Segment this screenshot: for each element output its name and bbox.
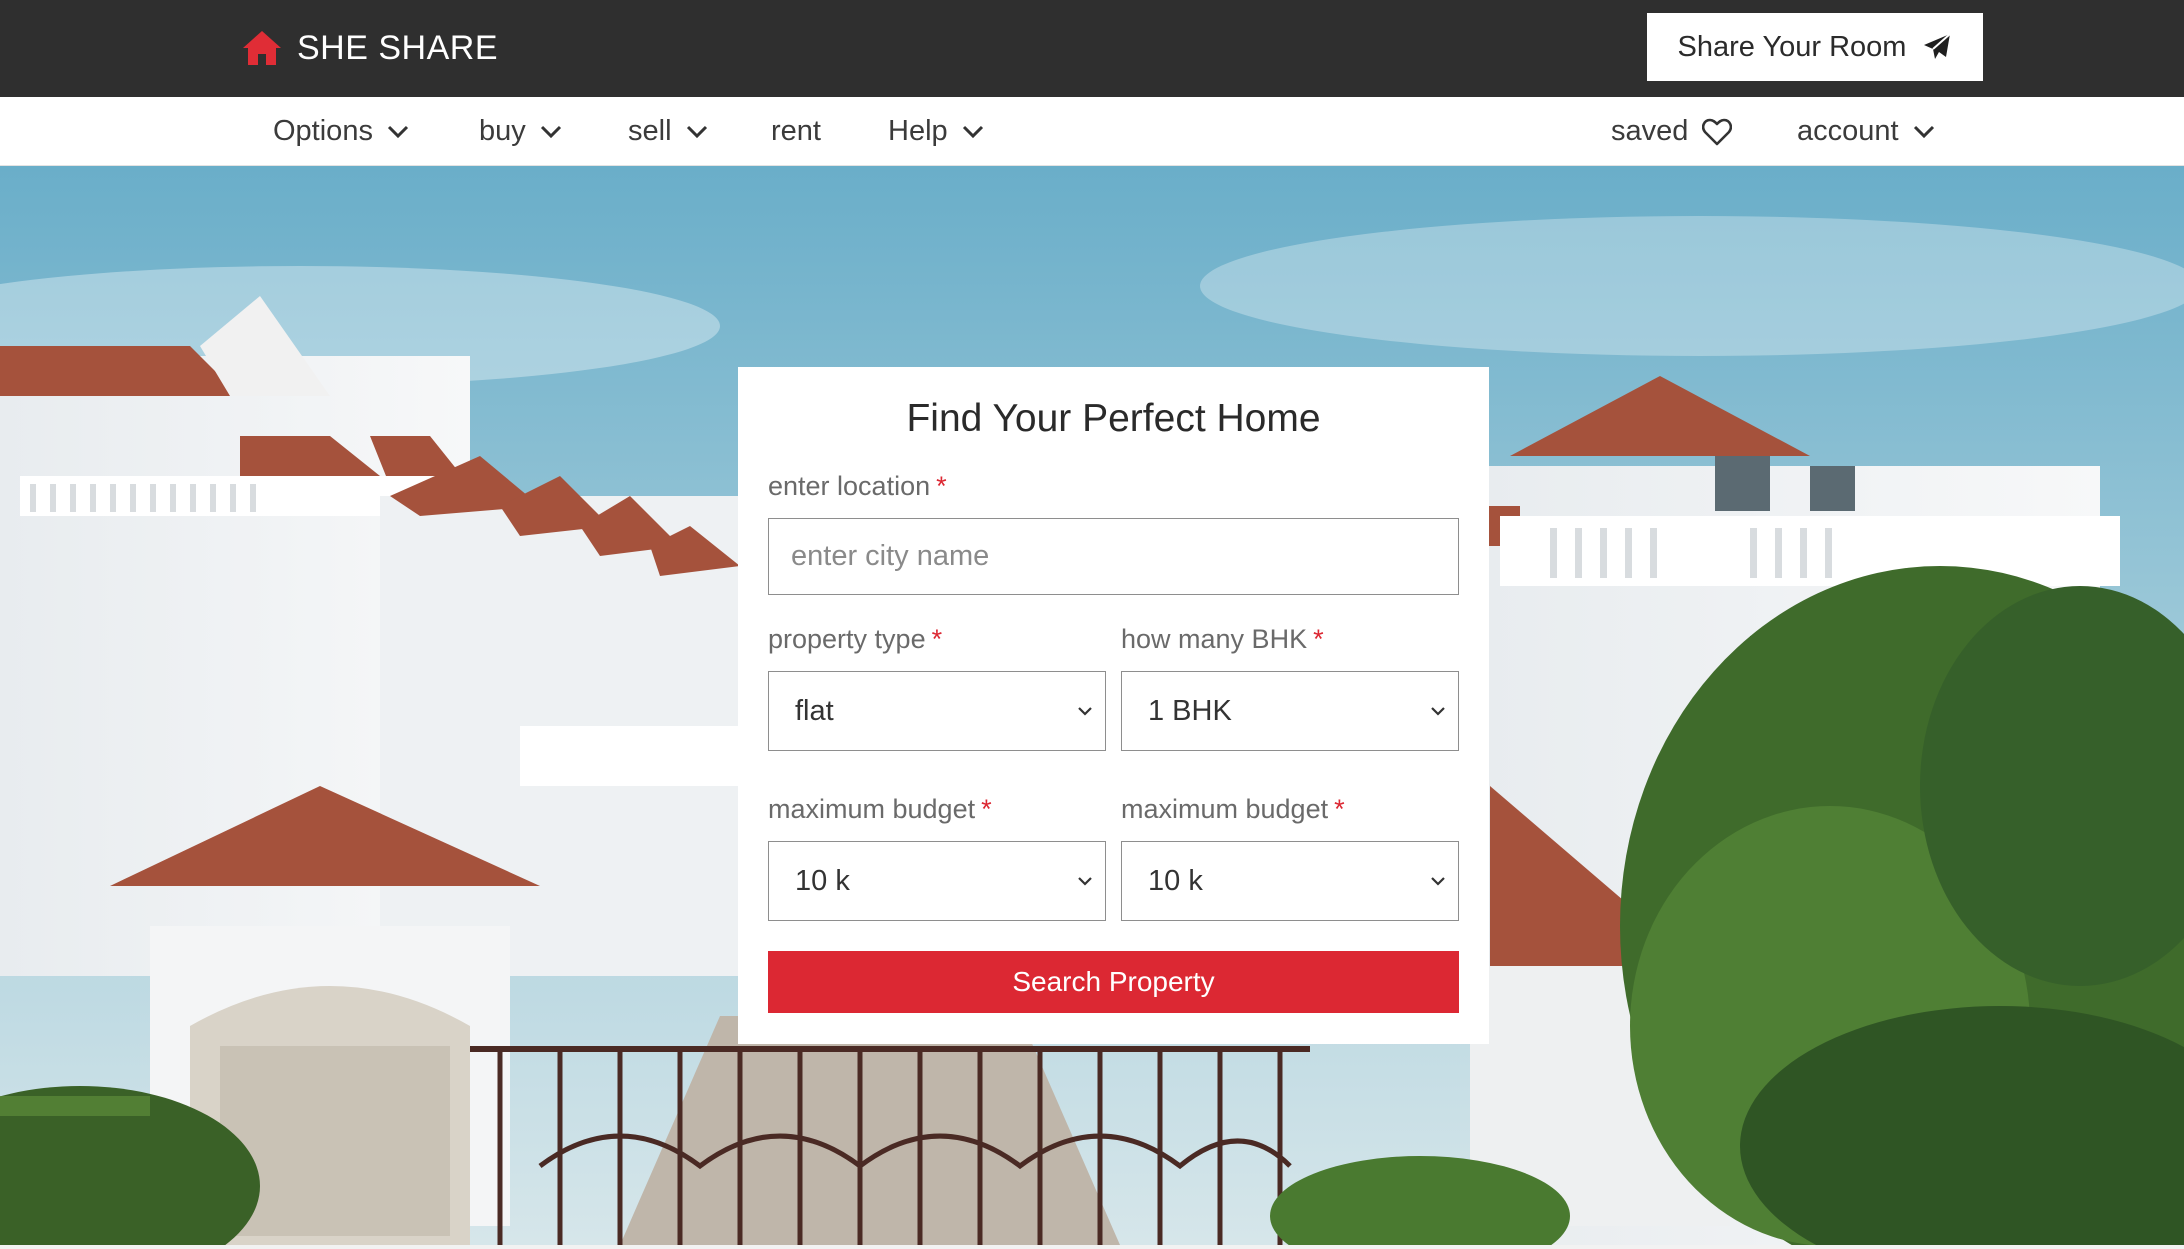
location-placeholder: enter city name: [791, 540, 990, 572]
search-card: Find Your Perfect Home enter location * e…: [738, 367, 1489, 1044]
property-type-label-text: property type: [768, 624, 926, 654]
nav-saved[interactable]: saved: [1611, 97, 1733, 166]
chevron-down-icon: [1077, 706, 1093, 716]
nav-account-label: account: [1797, 115, 1899, 147]
property-type-select[interactable]: flat: [768, 671, 1106, 751]
heart-icon: [1702, 118, 1733, 146]
brand-name: SHE SHARE: [297, 28, 498, 67]
location-input[interactable]: enter city name: [768, 518, 1459, 595]
brand-logo[interactable]: SHE SHARE: [241, 28, 498, 68]
budget-max-value: 10 k: [1148, 864, 1203, 897]
top-header: SHE SHARE Share Your Room: [0, 0, 2184, 97]
nav-sell-label: sell: [628, 115, 672, 147]
chevron-down-icon: [1430, 706, 1446, 716]
page-bottom-divider: [0, 1245, 2184, 1249]
nav-sell[interactable]: sell: [628, 97, 708, 166]
nav-options[interactable]: Options: [273, 97, 409, 166]
budget-min-value: 10 k: [795, 864, 850, 897]
nav-rent[interactable]: rent: [771, 97, 821, 166]
budget-min-label: maximum budget *: [768, 794, 992, 825]
search-card-title: Find Your Perfect Home: [906, 397, 1321, 440]
bhk-label-text: how many BHK: [1121, 624, 1308, 654]
budget-max-select[interactable]: 10 k: [1121, 841, 1459, 921]
nav-help[interactable]: Help: [888, 97, 984, 166]
nav-buy-label: buy: [479, 115, 526, 147]
budget-max-label-text: maximum budget: [1121, 794, 1329, 824]
share-your-room-button[interactable]: Share Your Room: [1647, 13, 1983, 81]
bhk-value: 1 BHK: [1148, 694, 1232, 727]
chevron-down-icon: [1430, 876, 1446, 886]
paper-plane-icon: [1922, 32, 1952, 62]
chevron-down-icon: [540, 125, 562, 139]
property-type-value: flat: [795, 694, 834, 727]
hero-banner: Find Your Perfect Home enter location * e…: [0, 166, 2184, 1245]
required-mark: *: [931, 624, 943, 654]
search-property-button[interactable]: Search Property: [768, 951, 1459, 1013]
chevron-down-icon: [1077, 876, 1093, 886]
required-mark: *: [1313, 624, 1324, 654]
bhk-label: how many BHK *: [1121, 624, 1324, 655]
location-label: enter location *: [768, 471, 947, 502]
required-mark: *: [981, 794, 992, 824]
required-mark: *: [1334, 794, 1345, 824]
nav-saved-label: saved: [1611, 115, 1689, 147]
nav-help-label: Help: [888, 115, 948, 147]
chevron-down-icon: [962, 125, 984, 139]
home-icon: [241, 29, 283, 67]
main-nav: Options buy sell rent Help saved account: [0, 97, 2184, 166]
location-label-text: enter location: [768, 471, 931, 501]
budget-min-label-text: maximum budget: [768, 794, 976, 824]
nav-options-label: Options: [273, 115, 373, 147]
bhk-select[interactable]: 1 BHK: [1121, 671, 1459, 751]
property-type-label: property type *: [768, 624, 942, 655]
share-button-label: Share Your Room: [1677, 30, 1907, 63]
nav-rent-label: rent: [771, 115, 821, 147]
chevron-down-icon: [387, 125, 409, 139]
budget-min-select[interactable]: 10 k: [768, 841, 1106, 921]
budget-max-label: maximum budget *: [1121, 794, 1345, 825]
required-mark: *: [936, 471, 947, 501]
nav-buy[interactable]: buy: [479, 97, 562, 166]
chevron-down-icon: [686, 125, 708, 139]
nav-account[interactable]: account: [1797, 97, 1935, 166]
chevron-down-icon: [1913, 125, 1935, 139]
